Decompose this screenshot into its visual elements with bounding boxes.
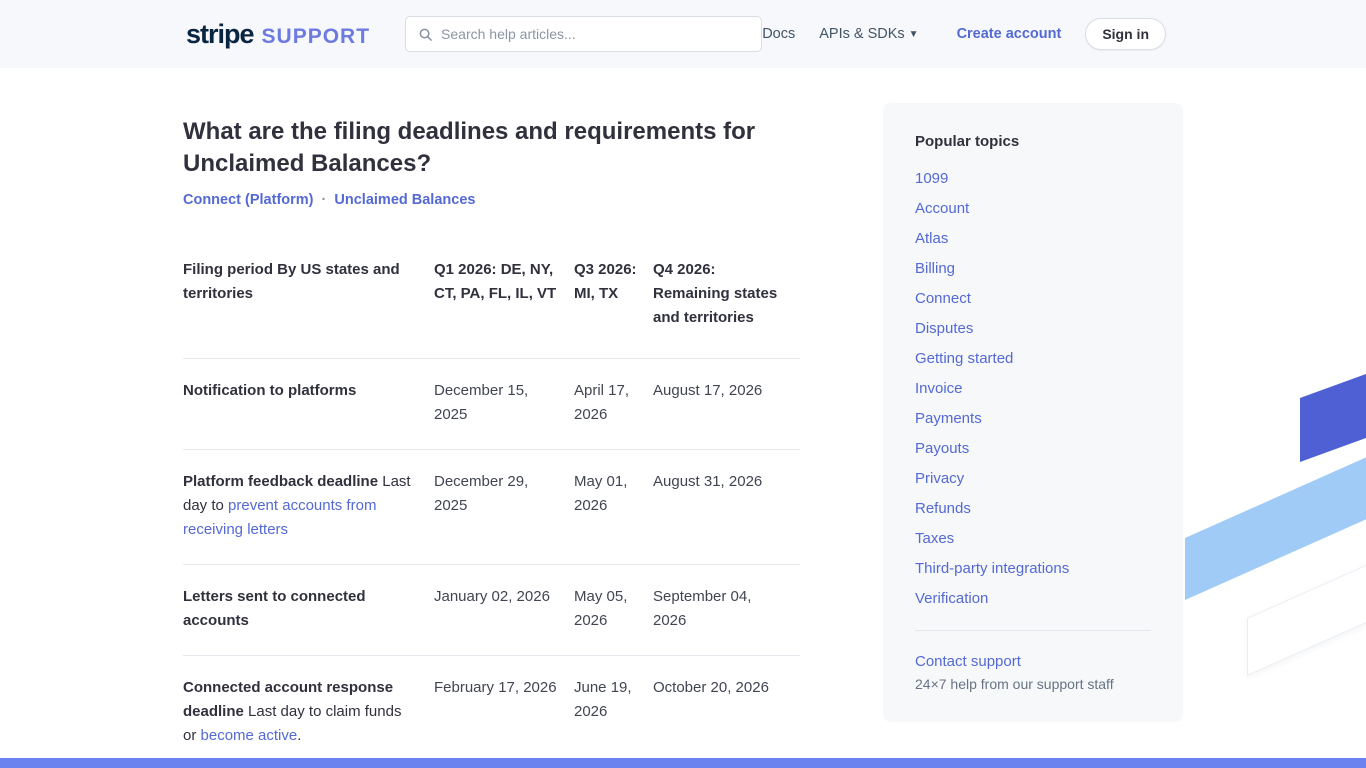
header: stripe SUPPORT Docs APIs & SDKs ▼ Create … — [0, 0, 1366, 68]
cell-q3-date: April 17, 2026 — [574, 359, 653, 450]
nav-apis-sdks-label: APIs & SDKs — [819, 26, 904, 42]
table-row: Letters sent to connected accounts Janua… — [183, 565, 800, 656]
row-label-bold: Notification to platforms — [183, 382, 356, 399]
search-bar[interactable] — [405, 16, 762, 52]
list-item: Disputes — [915, 320, 1151, 338]
stripe-support-logo[interactable]: stripe SUPPORT — [186, 19, 370, 50]
sidebar-topic-invoice[interactable]: Invoice — [915, 380, 963, 397]
sidebar-topic-payouts[interactable]: Payouts — [915, 440, 969, 457]
list-item: Account — [915, 200, 1151, 218]
row-label: Letters sent to connected accounts — [183, 565, 434, 656]
cell-q3-date: June 19, 2026 — [574, 656, 653, 768]
list-item: Payouts — [915, 440, 1151, 458]
col-header-q1-2026: Q1 2026: DE, NY, CT, PA, FL, IL, VT — [434, 258, 574, 359]
cell-q1-date: December 15, 2025 — [434, 359, 574, 450]
list-item: Atlas — [915, 230, 1151, 248]
table-header-row: Filing period By US states and territori… — [183, 258, 800, 359]
list-item: Taxes — [915, 530, 1151, 548]
nav-create-account[interactable]: Create account — [957, 26, 1062, 42]
cell-q4-date: September 04, 2026 — [653, 565, 800, 656]
table-row: Notification to platforms December 15, 2… — [183, 359, 800, 450]
cell-q4-date: August 31, 2026 — [653, 450, 800, 565]
sidebar-topic-account[interactable]: Account — [915, 200, 969, 217]
sidebar-topic-connect[interactable]: Connect — [915, 290, 971, 307]
list-item: Verification — [915, 590, 1151, 608]
popular-topics-card: Popular topics 1099 Account Atlas Billin… — [883, 103, 1183, 722]
cell-q1-date: December 29, 2025 — [434, 450, 574, 565]
sidebar-topic-refunds[interactable]: Refunds — [915, 500, 971, 517]
row-label-suffix: . — [297, 727, 301, 744]
stripe-wordmark: stripe — [186, 19, 254, 50]
search-input[interactable] — [441, 26, 749, 42]
row-label: Notification to platforms — [183, 359, 434, 450]
sidebar-topic-verification[interactable]: Verification — [915, 590, 988, 607]
sidebar-topic-privacy[interactable]: Privacy — [915, 470, 964, 487]
row-label-bold: Letters sent to connected accounts — [183, 588, 366, 629]
cell-q4-date: October 20, 2026 — [653, 656, 800, 768]
list-item: Payments — [915, 410, 1151, 428]
col-header-q3-2026: Q3 2026: MI, TX — [574, 258, 653, 359]
contact-support-link[interactable]: Contact support — [915, 653, 1151, 670]
col-header-filing-period: Filing period By US states and territori… — [183, 258, 434, 359]
cell-q4-date: August 17, 2026 — [653, 359, 800, 450]
cell-q1-date: February 17, 2026 — [434, 656, 574, 768]
list-item: Privacy — [915, 470, 1151, 488]
sidebar-topic-billing[interactable]: Billing — [915, 260, 955, 277]
nav-docs[interactable]: Docs — [762, 26, 795, 42]
list-item: 1099 — [915, 170, 1151, 188]
col-header-q4-2026: Q4 2026: Remaining states and territorie… — [653, 258, 800, 359]
sidebar-topic-taxes[interactable]: Taxes — [915, 530, 954, 547]
sidebar-topic-payments[interactable]: Payments — [915, 410, 982, 427]
list-item: Getting started — [915, 350, 1151, 368]
header-nav: Docs APIs & SDKs ▼ Create account Sign in — [762, 18, 1166, 50]
row-label: Connected account response deadline Last… — [183, 656, 434, 768]
become-active-link[interactable]: become active — [201, 727, 298, 744]
table-row: Platform feedback deadline Last day to p… — [183, 450, 800, 565]
sidebar-topic-atlas[interactable]: Atlas — [915, 230, 948, 247]
list-item: Third-party integrations — [915, 560, 1151, 578]
support-wordmark: SUPPORT — [262, 25, 371, 49]
filing-deadlines-table: Filing period By US states and territori… — [183, 258, 800, 768]
sidebar-topic-disputes[interactable]: Disputes — [915, 320, 973, 337]
table-row: Connected account response deadline Last… — [183, 656, 800, 768]
contact-support-subtext: 24×7 help from our support staff — [915, 676, 1151, 692]
cell-q3-date: May 01, 2026 — [574, 450, 653, 565]
list-item: Connect — [915, 290, 1151, 308]
page-title: What are the filing deadlines and requir… — [183, 116, 763, 180]
sidebar-topic-1099[interactable]: 1099 — [915, 170, 948, 187]
row-label: Platform feedback deadline Last day to p… — [183, 450, 434, 565]
sidebar-topic-getting-started[interactable]: Getting started — [915, 350, 1013, 367]
article-content: What are the filing deadlines and requir… — [183, 68, 800, 768]
nav-apis-sdks[interactable]: APIs & SDKs ▼ — [819, 26, 918, 42]
breadcrumb-separator: · — [322, 192, 327, 208]
cell-q3-date: May 05, 2026 — [574, 565, 653, 656]
breadcrumb: Connect (Platform) · Unclaimed Balances — [183, 192, 800, 208]
list-item: Refunds — [915, 500, 1151, 518]
main-area: What are the filing deadlines and requir… — [0, 68, 1366, 768]
sign-in-button[interactable]: Sign in — [1085, 18, 1166, 50]
list-item: Invoice — [915, 380, 1151, 398]
breadcrumb-link-connect-platform[interactable]: Connect (Platform) — [183, 192, 314, 208]
popular-topics-title: Popular topics — [915, 133, 1151, 150]
popular-topics-list: 1099 Account Atlas Billing Connect Dispu… — [915, 170, 1151, 608]
chevron-down-icon: ▼ — [909, 29, 919, 40]
cell-q1-date: January 02, 2026 — [434, 565, 574, 656]
sidebar-topic-third-party-integrations[interactable]: Third-party integrations — [915, 560, 1069, 577]
sidebar-divider — [915, 630, 1151, 631]
list-item: Billing — [915, 260, 1151, 278]
breadcrumb-link-unclaimed-balances[interactable]: Unclaimed Balances — [334, 192, 475, 208]
search-icon — [418, 27, 433, 42]
row-label-bold: Platform feedback deadline — [183, 473, 378, 490]
